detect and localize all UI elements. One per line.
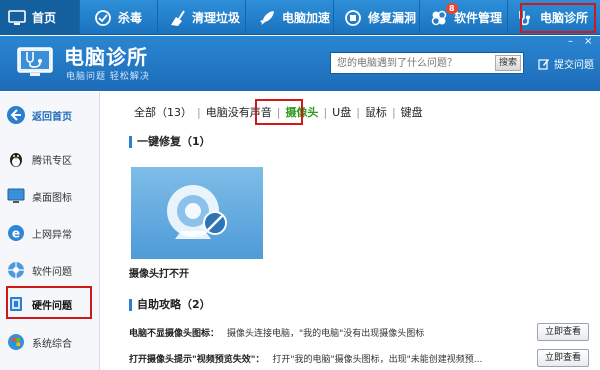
webcam-broken-icon xyxy=(167,185,227,239)
edit-icon xyxy=(538,58,549,70)
main-content: 全部（13） | 电脑没有声音 | 摄像头 | U盘 | 鼠标 | 键盘 一键修… xyxy=(101,92,600,370)
search-box: 搜索 xyxy=(330,52,524,74)
patch-icon xyxy=(345,9,361,26)
broom-icon xyxy=(171,9,185,26)
nav-fix-vulnerabilities[interactable]: 修复漏洞 xyxy=(334,0,420,35)
nav-speedup-label: 电脑加速 xyxy=(282,11,331,25)
guide-description: 打开"我的电脑"摄像头图标，出现"未能创建视频预... xyxy=(272,354,483,365)
guide-description: 摄像头连接电脑，"我的电脑"没有出现摄像头图标 xyxy=(227,328,425,339)
rocket-icon xyxy=(260,10,274,25)
nav-antivirus-label: 杀毒 xyxy=(118,11,143,25)
sidebar-item-software[interactable]: 软件问题 xyxy=(6,255,96,285)
software-manager-icon xyxy=(431,10,447,25)
sidebar-item-network[interactable]: e 上网异常 xyxy=(6,218,96,248)
sidebar-item-back-home[interactable]: 返回首页 xyxy=(6,100,96,130)
sidebar-item-tencent[interactable]: 腾讯专区 xyxy=(6,144,96,174)
close-button[interactable]: × xyxy=(584,36,592,47)
sidebar-item-label: 桌面图标 xyxy=(32,192,72,204)
nav-fix-vulnerabilities-label: 修复漏洞 xyxy=(368,11,417,25)
quick-fix-card-webcam[interactable] xyxy=(131,167,263,259)
sidebar-item-label: 上网异常 xyxy=(32,229,72,241)
software-update-badge: 8 xyxy=(446,3,458,14)
sidebar-item-desktop-icons[interactable]: 桌面图标 xyxy=(6,181,96,211)
tab-mouse[interactable]: 鼠标 xyxy=(360,104,392,120)
nav-home-label: 首页 xyxy=(32,11,57,25)
page-subtitle: 电脑问题 轻松解决 xyxy=(66,72,150,82)
top-nav: 首页 杀毒 清理垃圾 电脑加速 修复漏洞 8 软件管理 电脑诊所 xyxy=(0,0,600,35)
view-now-button[interactable]: 立即查看 xyxy=(537,323,589,341)
guide-title: 打开摄像头提示"视频预览失效"： xyxy=(129,354,265,365)
penguin-icon xyxy=(10,153,22,167)
windows-icon xyxy=(8,334,24,350)
nav-speedup[interactable]: 电脑加速 xyxy=(246,0,334,35)
sidebar: 返回首页 腾讯专区 桌面图标 e 上网异常 软件问题 硬件问题 系统综合 xyxy=(0,92,100,370)
sidebar-item-system[interactable]: 系统综合 xyxy=(6,327,96,357)
quick-fix-title: 一键修复（1） xyxy=(129,136,211,148)
search-input[interactable] xyxy=(331,53,491,73)
back-arrow-icon xyxy=(7,106,25,124)
highlight-box-nav-clinic xyxy=(520,3,596,33)
internet-explorer-icon: e xyxy=(8,225,24,241)
guide-row: 打开摄像头提示"视频预览失效"： 打开"我的电脑"摄像头图标，出现"未能创建视频… xyxy=(129,348,589,368)
page-title: 电脑诊所 xyxy=(64,45,148,69)
sidebar-item-label: 返回首页 xyxy=(32,111,72,123)
highlight-box-webcam-tab xyxy=(255,99,303,125)
nav-software-manager[interactable]: 8 软件管理 xyxy=(420,0,508,35)
nav-clean-junk-label: 清理垃圾 xyxy=(192,11,241,25)
svg-text:e: e xyxy=(12,227,20,241)
sidebar-item-label: 软件问题 xyxy=(32,266,72,278)
desktop-icon xyxy=(7,188,25,203)
minimize-button[interactable]: – xyxy=(568,36,573,47)
software-icon xyxy=(8,262,24,278)
nav-software-manager-label: 软件管理 xyxy=(454,11,503,25)
nav-clean-junk[interactable]: 清理垃圾 xyxy=(158,0,246,35)
highlight-box-hardware xyxy=(6,286,92,319)
guide-title: 电脑不显摄像头图标： xyxy=(129,328,220,339)
clinic-logo-icon xyxy=(17,47,53,76)
submit-question-label: 提交问题 xyxy=(554,60,594,71)
view-now-button[interactable]: 立即查看 xyxy=(537,349,589,367)
tab-keyboard[interactable]: 键盘 xyxy=(396,104,428,120)
quick-fix-card-label: 摄像头打不开 xyxy=(129,269,189,280)
guide-row: 电脑不显摄像头图标： 摄像头连接电脑，"我的电脑"没有出现摄像头图标 立即查看 xyxy=(129,322,589,342)
clinic-header: 电脑诊所 电脑问题 轻松解决 搜索 提交问题 xyxy=(0,36,600,91)
nav-home[interactable]: 首页 xyxy=(0,0,80,35)
tab-usb-drive[interactable]: U盘 xyxy=(327,104,356,120)
nav-antivirus[interactable]: 杀毒 xyxy=(80,0,158,35)
antivirus-icon xyxy=(95,9,111,26)
guides-title: 自助攻略（2） xyxy=(129,299,211,311)
submit-question-link[interactable]: 提交问题 xyxy=(538,56,594,71)
tab-all[interactable]: 全部（13） xyxy=(129,104,197,120)
sidebar-item-label: 腾讯专区 xyxy=(32,155,72,167)
search-button[interactable]: 搜索 xyxy=(495,55,521,71)
sidebar-item-label: 系统综合 xyxy=(32,338,72,350)
monitor-icon xyxy=(8,9,26,25)
